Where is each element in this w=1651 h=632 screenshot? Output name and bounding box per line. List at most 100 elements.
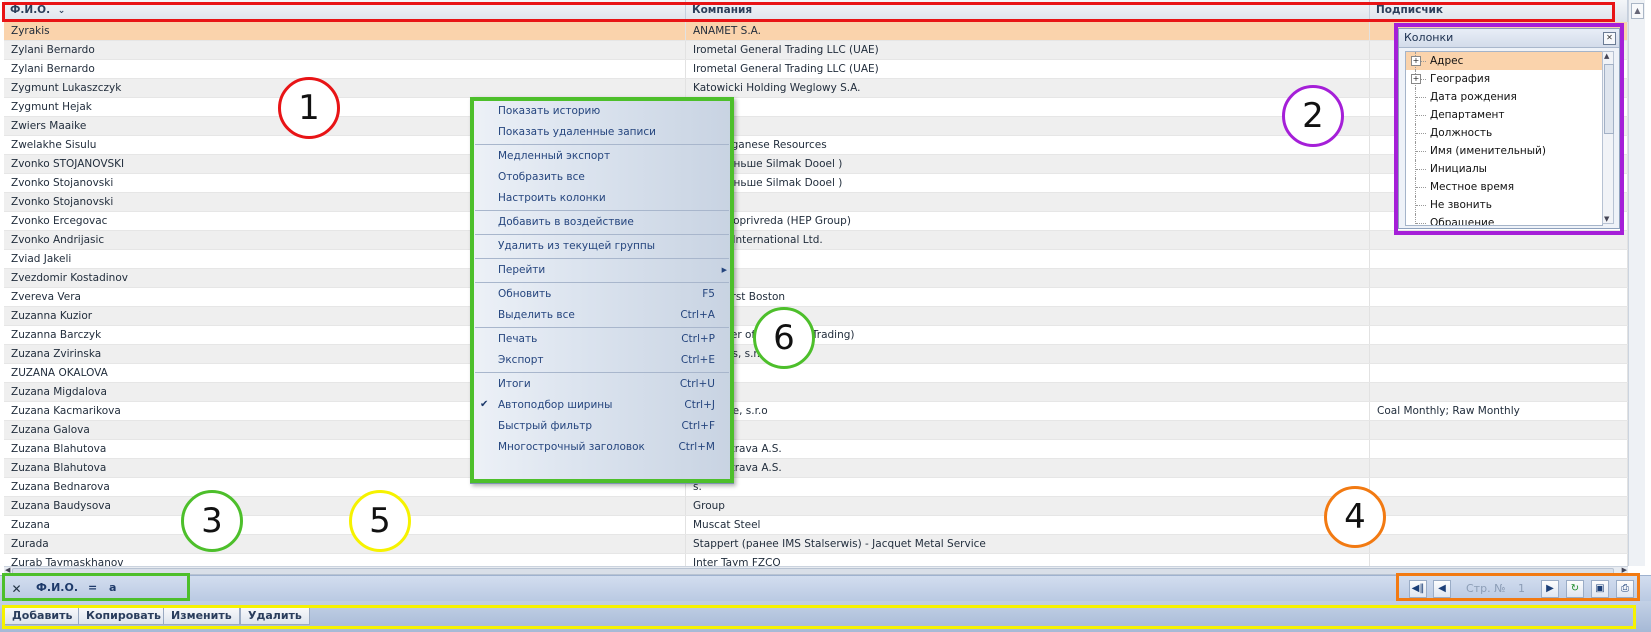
chevron-down-icon[interactable]: ⌄ (58, 6, 66, 16)
copy-button[interactable]: Копировать (78, 605, 170, 625)
column-list-item[interactable]: Не звонить (1406, 196, 1602, 214)
scroll-up-icon[interactable]: ▲ (1604, 52, 1609, 60)
cell-company[interactable]: Muscat Steel (686, 516, 1370, 534)
next-page-icon[interactable]: ▶ (1541, 580, 1559, 598)
cell-fio[interactable]: Zygmunt Lukaszczyk (4, 79, 686, 97)
cell-fio[interactable]: Zurab Taymaskhanov (4, 554, 686, 566)
table-row[interactable]: Zylani Bernardo Irometal General Trading … (4, 60, 1628, 79)
cell-company[interactable]: a Elektroprivreda (HEP Group) (686, 212, 1370, 230)
horizontal-scrollbar[interactable]: ◀ ▶ (4, 566, 1628, 575)
clear-filter-icon[interactable]: ✕ (10, 583, 23, 596)
cell-subscriber[interactable] (1370, 326, 1628, 344)
table-row[interactable]: Zuzana Kacmarikovael Kosice, s.r.oCoal M… (4, 402, 1628, 421)
add-button[interactable]: Добавить (4, 605, 81, 625)
cell-fio[interactable]: Zyrakis (4, 22, 686, 40)
scroll-thumb[interactable] (1604, 64, 1614, 134)
cell-company[interactable]: om ( раньше Silmak Dooel ) (686, 174, 1370, 192)
cell-subscriber[interactable] (1370, 440, 1628, 458)
cell-fio[interactable]: Zuzana (4, 516, 686, 534)
column-header-subscriber[interactable]: Подписчик (1370, 0, 1628, 22)
column-list-item[interactable]: Должность (1406, 124, 1602, 142)
table-row[interactable]: Zuzana Galovaos (4, 421, 1628, 440)
menu-item[interactable]: Итоги Ctrl+U (471, 374, 733, 394)
cell-company[interactable]: uisse First Boston (686, 288, 1370, 306)
menu-item[interactable]: Многострочный заголовок Ctrl+M (471, 437, 733, 457)
cell-subscriber[interactable] (1370, 497, 1628, 515)
table-row[interactable]: Zvonko Andrijasic AGENT International Ltd… (4, 231, 1628, 250)
cell-subscriber[interactable] (1370, 516, 1628, 534)
cell-company[interactable]: Katowicki Holding Weglowy S.A. (686, 79, 1370, 97)
scroll-left-icon[interactable]: ◀ (5, 566, 10, 574)
menu-item[interactable]: Добавить в воздействие (471, 212, 733, 232)
table-row[interactable]: Zuzana Migdalova (4, 383, 1628, 402)
column-list-item[interactable]: Инициалы (1406, 160, 1602, 178)
edit-button[interactable]: Изменить (163, 605, 240, 625)
table-row[interactable]: Zurab Taymaskhanov Inter Taym FZCO (4, 554, 1628, 566)
table-row[interactable]: Zuzanna BarczykInves ner of KI Energy Tr… (4, 326, 1628, 345)
menu-item[interactable]: Отобразить все (471, 167, 733, 187)
column-list-item[interactable]: Дата рождения (1406, 88, 1602, 106)
cell-fio[interactable]: Zylani Bernardo (4, 41, 686, 59)
table-row[interactable]: Zuzanna KuziorH.U. (4, 307, 1628, 326)
cell-fio[interactable]: Zylani Bernardo (4, 60, 686, 78)
table-row[interactable]: Zvereva Vera uisse First Boston (4, 288, 1628, 307)
table-row[interactable]: Zvonko StojanovskiGroup (4, 193, 1628, 212)
cell-subscriber[interactable] (1370, 250, 1628, 268)
menu-item[interactable]: Быстрый фильтр Ctrl+F (471, 416, 733, 436)
cell-subscriber[interactable] (1370, 478, 1628, 496)
column-list-item[interactable]: Имя (именительный) (1406, 142, 1602, 160)
cell-company[interactable]: ANAMET S.A. (686, 22, 1370, 40)
column-list-item[interactable]: + Адрес (1406, 52, 1602, 70)
menu-item[interactable]: Медленный экспорт (471, 146, 733, 166)
table-row[interactable]: Zwiers Maaike (4, 117, 1628, 136)
scroll-thumb[interactable] (12, 568, 1614, 575)
menu-item[interactable]: Печать Ctrl+P (471, 329, 733, 349)
expand-icon[interactable]: + (1411, 56, 1421, 66)
column-list-item[interactable]: Обращение (1406, 214, 1602, 225)
table-row[interactable]: Zvezdomir Kostadinova 11 (4, 269, 1628, 288)
menu-item[interactable]: Перейти ▶ (471, 260, 733, 280)
menu-item[interactable]: Настроить колонки (471, 188, 733, 208)
cell-company[interactable]: om ( раньше Silmak Dooel ) (686, 155, 1370, 173)
cell-company[interactable]: Irometal General Trading LLC (UAE) (686, 60, 1370, 78)
column-list-item[interactable]: + География (1406, 70, 1602, 88)
cell-company[interactable]: Irometal General Trading LLC (UAE) (686, 41, 1370, 59)
table-row[interactable]: ZUZANA OKALOVAChez (4, 364, 1628, 383)
columns-panel-titlebar[interactable]: Колонки ✕ (1399, 29, 1619, 48)
cell-subscriber[interactable] (1370, 345, 1628, 363)
cell-subscriber[interactable] (1370, 231, 1628, 249)
cell-company[interactable]: Group (686, 497, 1370, 515)
column-list-item[interactable]: Местное время (1406, 178, 1602, 196)
table-row[interactable]: Zuzana Blahutova ittal Ostrava A.S. (4, 440, 1628, 459)
table-row[interactable]: Zyrakis ANAMET S.A. (4, 22, 1628, 41)
menu-item[interactable]: ✔ Автоподбор ширины Ctrl+J (471, 395, 733, 415)
cell-company[interactable]: os (686, 421, 1370, 439)
menu-item[interactable]: Экспорт Ctrl+E (471, 350, 733, 370)
menu-item[interactable]: Показать историю (471, 101, 733, 121)
menu-item[interactable]: Показать удаленные записи (471, 122, 733, 142)
cell-company[interactable]: Ltd (686, 250, 1370, 268)
cell-company[interactable]: ittal Ostrava A.S. (686, 440, 1370, 458)
delete-button[interactable]: Удалить (240, 605, 310, 625)
table-row[interactable]: Zvonko Ercegovac a Elektroprivreda (HEP G… (4, 212, 1628, 231)
cell-subscriber[interactable]: Coal Monthly; Raw Monthly (1370, 402, 1628, 420)
cell-company[interactable]: s. (686, 478, 1370, 496)
refresh-icon[interactable]: ↻ (1566, 580, 1584, 598)
cell-fio[interactable]: Zuzana Baudysova (4, 497, 686, 515)
cell-company[interactable] (686, 117, 1370, 135)
column-header-fio[interactable]: Ф.И.О. ⌄ (4, 0, 686, 22)
cell-subscriber[interactable] (1370, 535, 1628, 553)
scroll-up-icon[interactable]: ▲ (1631, 3, 1644, 19)
cell-fio[interactable]: Zurada (4, 535, 686, 553)
page-number[interactable]: 1 (1518, 582, 1525, 595)
save-icon[interactable]: ▣ (1591, 580, 1609, 598)
cell-company[interactable]: a 11 (686, 269, 1370, 287)
first-page-icon[interactable]: ◀‖ (1409, 580, 1427, 598)
cell-subscriber[interactable] (1370, 459, 1628, 477)
cell-subscriber[interactable] (1370, 383, 1628, 401)
cell-company[interactable]: el Kosice, s.r.o (686, 402, 1370, 420)
expand-icon[interactable]: + (1411, 74, 1421, 84)
menu-item[interactable]: Удалить из текущей группы (471, 236, 733, 256)
table-row[interactable]: Zygmunt Lukaszczyk Katowicki Holding Wegl… (4, 79, 1628, 98)
table-row[interactable]: Zuzana Blahutova ittal Ostrava A.S. (4, 459, 1628, 478)
